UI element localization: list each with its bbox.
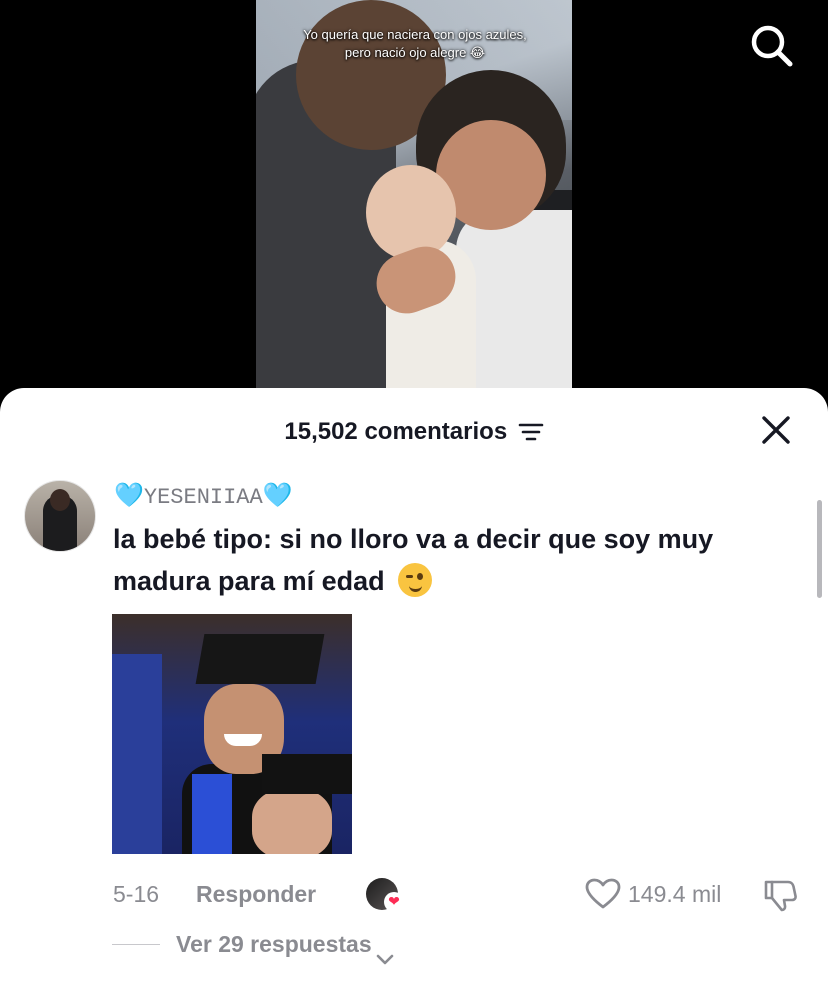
dislike-icon[interactable]: [762, 878, 798, 912]
avatar[interactable]: [24, 480, 96, 552]
video-player[interactable]: Yo quería que naciera con ojos azules, p…: [0, 0, 828, 400]
comment-actions: 5-16 Responder ❤ 149.4 mil: [0, 876, 828, 912]
video-baby-face: [366, 165, 456, 260]
view-replies-label: Ver 29 respuestas: [176, 931, 372, 957]
comment-attached-image[interactable]: [112, 614, 352, 854]
chevron-down-icon: [376, 940, 394, 965]
image-person-left: [112, 654, 162, 854]
image-graduate-stole: [192, 774, 232, 854]
comment-username[interactable]: 🩵YESENIIAA🩵: [114, 478, 293, 512]
filter-icon[interactable]: [518, 422, 544, 442]
comments-sheet: 15,502 comentarios 🩵YESENIIAA🩵 la bebé t…: [0, 388, 828, 986]
image-second-graduate-face: [252, 789, 332, 854]
like-count: 149.4 mil: [628, 881, 722, 907]
creator-liked-heart-icon: ❤: [384, 892, 404, 912]
view-replies-button[interactable]: Ver 29 respuestas: [176, 926, 394, 965]
wink-emoji-icon: [398, 563, 433, 597]
reply-button[interactable]: Responder: [196, 876, 316, 912]
replies-divider: [112, 944, 160, 945]
search-icon[interactable]: [748, 22, 796, 70]
video-caption: Yo quería que naciera con ojos azules, p…: [303, 27, 527, 60]
comment-date: 5-16: [113, 881, 160, 907]
image-second-graduation-cap: [262, 754, 352, 794]
image-graduate-smile: [224, 734, 262, 746]
username-text: YESENIIAA: [143, 485, 263, 510]
avatar-figure-head: [50, 489, 70, 511]
like-heart-icon[interactable]: [585, 878, 621, 910]
scrollbar[interactable]: [817, 500, 822, 598]
image-graduation-cap: [195, 634, 325, 684]
comments-count: 15,502 comentarios: [284, 418, 508, 445]
close-icon[interactable]: [758, 412, 794, 448]
comment-text: la bebé tipo: si no lloro va a decir que…: [113, 518, 803, 602]
comments-header: 15,502 comentarios: [0, 412, 828, 452]
light-blue-heart-icon: 🩵: [262, 481, 293, 509]
view-replies-row: Ver 29 respuestas: [0, 926, 828, 965]
light-blue-heart-icon: 🩵: [114, 481, 144, 509]
